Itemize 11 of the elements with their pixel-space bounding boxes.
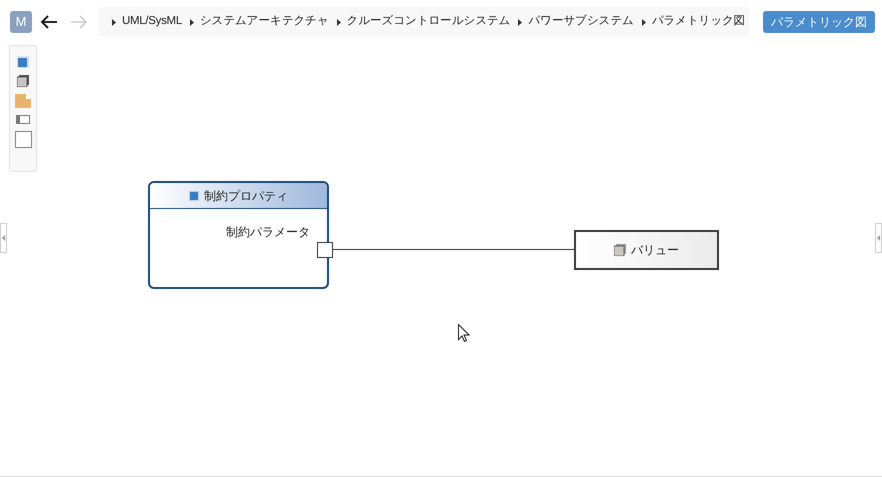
block-title: バリュー	[631, 242, 679, 259]
breadcrumb-item[interactable]: パワーサブシステム	[528, 13, 634, 31]
block-title: 制約プロパティ	[204, 188, 288, 204]
breadcrumb-item[interactable]: UML/SysML	[122, 13, 182, 31]
diagram-type-button[interactable]: パラメトリック図	[763, 11, 875, 33]
value-block[interactable]: バリュー	[574, 230, 719, 270]
parameter-label: 制約パラメータ	[226, 224, 310, 241]
breadcrumb-item[interactable]: クルーズコントロールシステム	[346, 13, 510, 31]
breadcrumb-item[interactable]: システムアーキテクチャ	[200, 13, 329, 31]
constraint-block[interactable]: 制約プロパティ 制約パラメータ	[148, 181, 329, 289]
breadcrumb-item[interactable]: パラメトリック図	[652, 13, 746, 31]
